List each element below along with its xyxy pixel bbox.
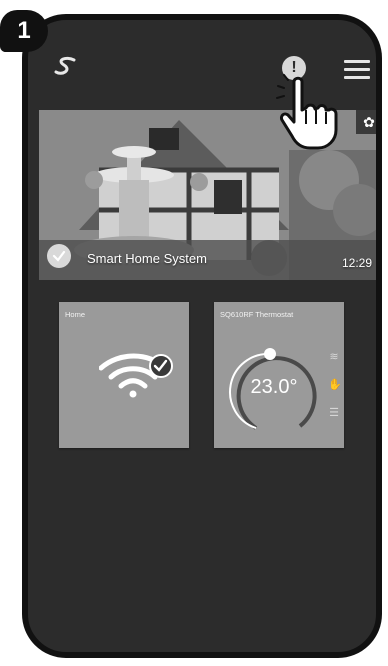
heat-waves-icon: ≋	[329, 351, 339, 363]
wifi-icon	[99, 353, 173, 398]
gear-icon[interactable]: ✿	[356, 110, 376, 134]
clock-time: 12:29	[341, 256, 372, 270]
pointing-hand-icon	[276, 74, 338, 150]
hamburger-menu-icon[interactable]	[344, 60, 370, 79]
thermostat-tile-label: SQ610RF Thermostat	[220, 310, 294, 319]
thermostat-tile[interactable]: SQ610RF Thermostat 23.0° ≋ ✋ ☰	[214, 302, 344, 448]
salus-logo-icon[interactable]	[52, 56, 80, 76]
radiator-icon: ☰	[329, 407, 339, 419]
phone-screen: ! ✿ Smart Home System 12:29 Home SQ610RF…	[22, 14, 382, 658]
check-badge-icon	[149, 354, 173, 378]
system-name: Smart Home System	[87, 251, 207, 266]
home-tile-label: Home	[65, 310, 86, 319]
home-tile[interactable]: Home	[59, 302, 189, 448]
step-badge: 1	[0, 10, 48, 52]
temperature-value: 23.0°	[250, 376, 298, 398]
hand-manual-icon: ✋	[328, 379, 342, 391]
check-circle-icon	[47, 244, 71, 268]
